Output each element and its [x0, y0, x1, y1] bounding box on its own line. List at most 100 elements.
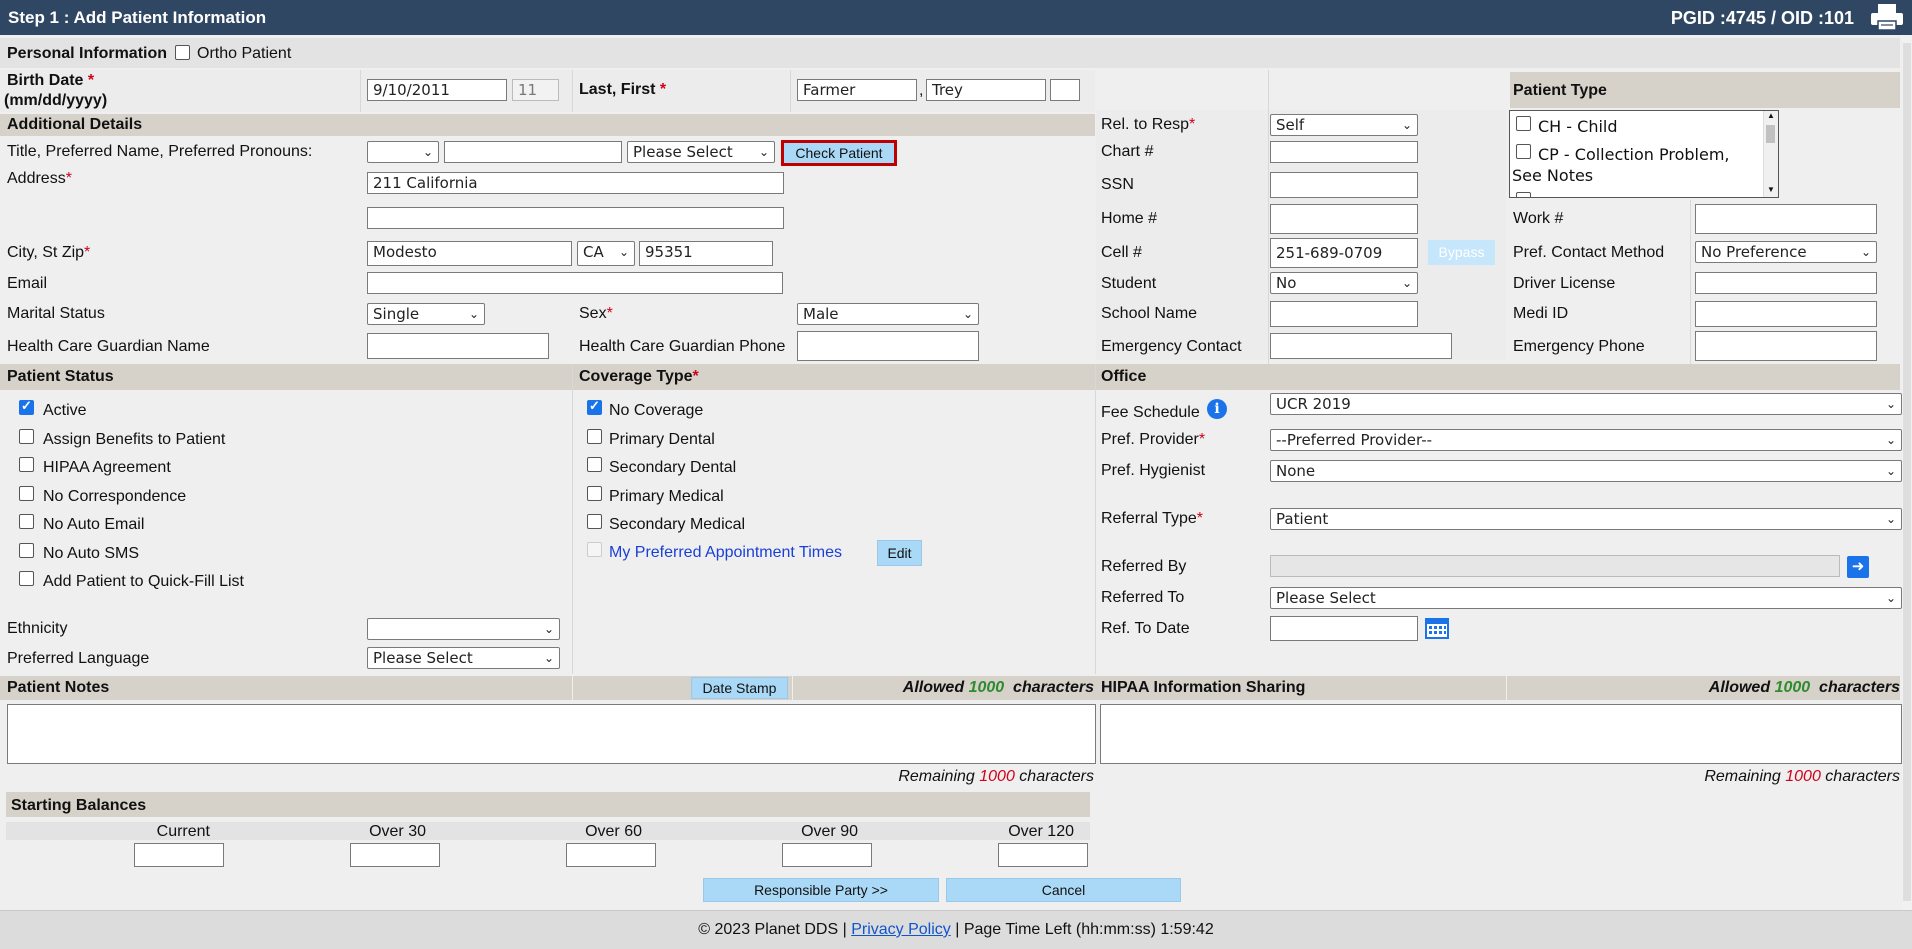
patient-notes-textarea[interactable]: [7, 704, 1096, 764]
hygienist-select[interactable]: None ⌄: [1270, 460, 1902, 482]
language-select[interactable]: Please Select ⌄: [367, 647, 560, 669]
patient-type-scrollbar[interactable]: ▲ ▼: [1763, 111, 1778, 197]
footer: © 2023 Planet DDS | Privacy Policy | Pag…: [0, 910, 1912, 949]
ref-date-input[interactable]: [1270, 616, 1418, 641]
student-select[interactable]: No ⌄: [1270, 272, 1418, 294]
balance-column-label: Over 60: [585, 823, 642, 840]
edit-appt-button[interactable]: Edit: [877, 540, 922, 566]
patient-status-checkbox[interactable]: [19, 428, 34, 444]
ssn-input[interactable]: [1270, 172, 1418, 198]
calendar-icon[interactable]: [1425, 617, 1449, 639]
patient-status-checkbox[interactable]: [19, 398, 34, 415]
coverage-checkbox[interactable]: [587, 514, 602, 529]
provider-select[interactable]: --Preferred Provider-- ⌄: [1270, 429, 1902, 451]
title-select[interactable]: ⌄: [367, 141, 439, 163]
preferred-name-input[interactable]: [444, 141, 622, 163]
coverage-checkbox[interactable]: [587, 485, 602, 501]
coverage-checkbox[interactable]: [587, 457, 602, 472]
sex-select[interactable]: Male ⌄: [797, 303, 979, 325]
zip-input[interactable]: 95351: [639, 241, 773, 266]
school-input[interactable]: [1270, 301, 1418, 327]
cell-phone-input[interactable]: 251-689-0709: [1270, 238, 1418, 268]
notes-allowed: Allowed 1000 characters: [902, 679, 1094, 696]
marital-select[interactable]: Single ⌄: [367, 303, 485, 325]
printer-icon[interactable]: [1870, 3, 1904, 31]
email-input[interactable]: [367, 272, 783, 294]
sex-label: Sex*: [579, 305, 613, 322]
referred-to-select[interactable]: Please Select ⌄: [1270, 587, 1902, 609]
patient-status-label: No Auto Email: [43, 516, 145, 533]
hipaa-textarea[interactable]: [1100, 704, 1902, 764]
patient-status-checkbox[interactable]: [19, 514, 34, 529]
patient-status-checkbox[interactable]: [19, 571, 34, 586]
patient-status-checkbox[interactable]: [19, 542, 34, 558]
city-label: City, St Zip*: [7, 244, 91, 261]
office-header: Office: [1101, 368, 1147, 385]
balance-input[interactable]: [350, 843, 440, 867]
birth-date-input[interactable]: 9/10/2011: [367, 79, 507, 101]
first-name-input[interactable]: Trey: [926, 79, 1046, 101]
guardian-phone-input[interactable]: [797, 331, 979, 361]
state-select[interactable]: CA ⌄: [577, 241, 635, 266]
ortho-label: Ortho Patient: [197, 45, 292, 62]
hygienist-label: Pref. Hygienist: [1101, 462, 1206, 479]
address-line1-input[interactable]: 211 California: [367, 172, 784, 194]
chart-input[interactable]: [1270, 141, 1418, 163]
home-phone-input[interactable]: [1270, 204, 1418, 234]
language-label: Preferred Language: [7, 650, 150, 667]
patient-type-checkbox[interactable]: [1516, 192, 1531, 197]
hipaa-allowed: Allowed 1000 characters: [1708, 679, 1900, 696]
appt-times-link[interactable]: My Preferred Appointment Times: [609, 544, 842, 562]
patient-status-checkbox[interactable]: [19, 485, 34, 501]
date-stamp-button[interactable]: Date Stamp: [691, 677, 788, 699]
medi-input[interactable]: [1695, 301, 1877, 327]
school-label: School Name: [1101, 305, 1198, 322]
info-icon[interactable]: i: [1207, 399, 1227, 419]
patient-type-item: CH - Child: [1538, 117, 1618, 136]
city-input[interactable]: Modesto: [367, 241, 572, 266]
appt-times-checkbox[interactable]: [587, 542, 602, 557]
check-patient-button[interactable]: Check Patient: [781, 140, 897, 166]
emergency-contact-input[interactable]: [1270, 333, 1452, 359]
page-scrollbar[interactable]: [1902, 35, 1912, 910]
guardian-name-label: Health Care Guardian Name: [7, 338, 210, 355]
address-line2-input[interactable]: [367, 207, 784, 229]
balance-input[interactable]: [782, 843, 872, 867]
patient-status-label: Active: [43, 402, 87, 419]
pronouns-select[interactable]: Please Select ⌄: [627, 141, 775, 163]
license-input[interactable]: [1695, 272, 1877, 294]
email-label: Email: [7, 275, 48, 292]
last-name-input[interactable]: Farmer: [797, 79, 917, 101]
middle-initial-input[interactable]: [1050, 79, 1080, 101]
license-label: Driver License: [1513, 275, 1616, 292]
ortho-checkbox[interactable]: [175, 45, 190, 60]
coverage-checkbox[interactable]: [587, 428, 602, 444]
name-comma: ,: [919, 82, 924, 99]
work-phone-input[interactable]: [1695, 204, 1877, 234]
balance-input[interactable]: [566, 843, 656, 867]
balance-input[interactable]: [998, 843, 1088, 867]
birth-format: (mm/dd/yyyy): [4, 92, 108, 109]
cancel-button[interactable]: Cancel: [946, 878, 1181, 902]
coverage-label: No Coverage: [609, 402, 704, 419]
patient-type-checkbox[interactable]: [1516, 144, 1531, 159]
guardian-name-input[interactable]: [367, 333, 549, 359]
coverage-label: Primary Dental: [609, 430, 715, 448]
coverage-checkbox[interactable]: [587, 398, 602, 415]
fee-schedule-select[interactable]: UCR 2019 ⌄: [1270, 393, 1902, 415]
age-field: 11: [512, 79, 559, 101]
referral-type-select[interactable]: Patient ⌄: [1270, 508, 1902, 530]
contact-method-select[interactable]: No Preference ⌄: [1695, 241, 1877, 263]
responsible-party-button[interactable]: Responsible Party >>: [703, 878, 939, 902]
personal-info-header: Personal Information: [7, 45, 168, 62]
arrow-right-icon[interactable]: ➜: [1847, 556, 1869, 578]
bypass-button[interactable]: Bypass: [1428, 240, 1495, 265]
balance-input[interactable]: [134, 843, 224, 867]
patient-status-checkbox[interactable]: [19, 457, 34, 472]
rel-select[interactable]: Self ⌄: [1270, 114, 1418, 136]
ethnicity-select[interactable]: ⌄: [367, 618, 560, 640]
patient-type-list[interactable]: CH - Child CP - Collection Problem, See …: [1509, 110, 1779, 198]
privacy-policy-link[interactable]: Privacy Policy: [851, 921, 951, 938]
patient-type-checkbox[interactable]: [1516, 116, 1531, 131]
emergency-phone-input[interactable]: [1695, 331, 1877, 361]
